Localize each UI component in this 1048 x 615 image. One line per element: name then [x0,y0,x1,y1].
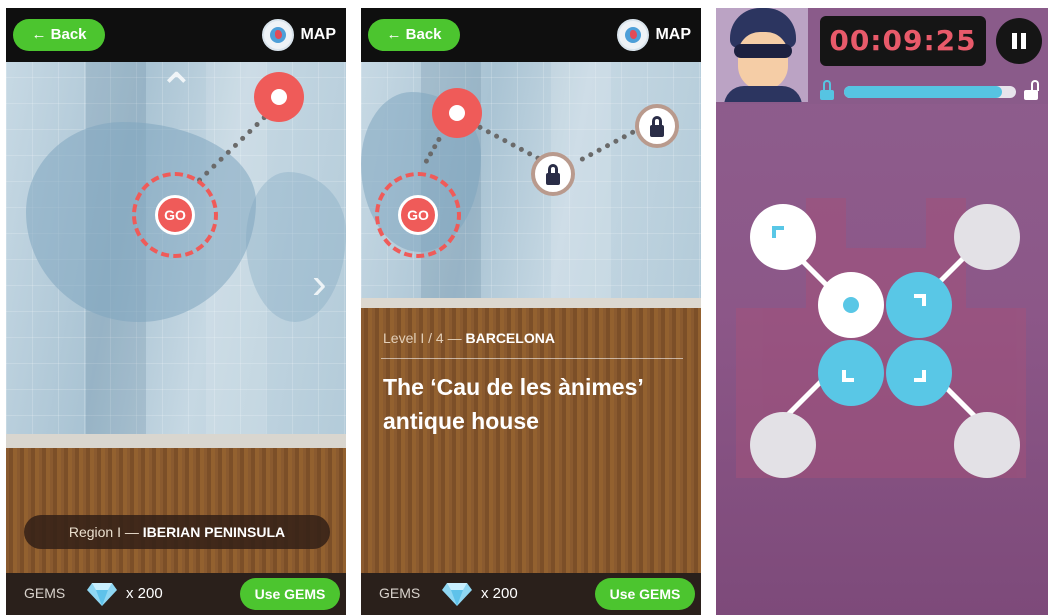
map-button[interactable]: MAP [262,18,336,52]
lock-icon [820,80,834,100]
level-pin[interactable] [432,88,482,138]
go-button[interactable]: GO [375,172,461,258]
diamond-icon [87,583,117,606]
level-pin[interactable] [254,72,304,122]
back-button[interactable]: ← Back [13,19,105,51]
puzzle-node[interactable] [818,340,884,406]
map-label: MAP [300,26,336,43]
puzzle-header: 00:09:25 [716,8,1048,104]
gems-count: x 200 [481,585,518,602]
gems-bar: GEMS x 200 Use GEMS [6,573,346,615]
puzzle-node[interactable] [750,412,816,478]
locked-level[interactable] [531,152,575,196]
unlock-icon [1024,80,1039,100]
top-bar: ← Back MAP [361,8,701,62]
region-banner: Region I — IBERIAN PENINSULA [24,515,330,549]
locked-level[interactable] [635,104,679,148]
region-name: IBERIAN PENINSULA [142,524,286,540]
node-dot [843,297,859,313]
map-area: GO [361,62,701,312]
level-subtitle: Level I / 4 — BARCELONA [383,330,555,346]
wood-table [361,308,701,573]
level-prefix: Level I / 4 — [383,330,466,346]
gems-label: GEMS [379,585,421,601]
map-label: MAP [655,26,691,43]
corner-mark [842,370,854,382]
back-button[interactable]: ← Back [368,19,460,51]
top-bar: ← Back MAP [6,8,346,62]
globe-icon [262,19,295,51]
progress-bar [844,86,1016,98]
level-city: BARCELONA [465,330,555,346]
progress-fill [844,86,1003,98]
countdown-timer: 00:09:25 [820,16,986,66]
character-avatar [716,8,808,102]
chevron-up-icon[interactable]: ⌃ [158,68,195,112]
corner-mark [914,370,926,382]
puzzle-node[interactable] [954,412,1020,478]
gems-bar: GEMS x 200 Use GEMS [361,573,701,615]
gems-label: GEMS [24,585,66,601]
avatar-face [738,32,788,90]
gems-count: x 200 [126,585,163,602]
region-map-screen: ⌃ › GO ← Back MAP Region I — IBERIAN PEN… [6,8,346,615]
avatar-mask [734,44,792,58]
puzzle-node[interactable] [886,340,952,406]
corner-mark [772,226,784,238]
lock-icon-body [650,125,664,137]
lock-body [820,90,834,100]
pin-dot-icon [449,105,465,121]
france-land [246,172,346,322]
level-title: The ‘Cau de les ànimes’ antique house [383,374,643,434]
diamond-icon [442,583,472,606]
chevron-right-icon[interactable]: › [312,262,327,306]
lock-body [1024,90,1038,100]
wood-table [6,448,346,573]
use-gems-button[interactable]: Use GEMS [240,578,340,610]
pin-dot-icon [271,89,287,105]
puzzle-node[interactable] [886,272,952,338]
puzzle-node[interactable] [750,204,816,270]
divider [381,358,683,359]
go-label: GO [398,195,438,235]
pause-button[interactable] [996,18,1042,64]
puzzle-node[interactable] [818,272,884,338]
map-area: ⌃ › GO [6,62,346,442]
use-gems-button[interactable]: Use GEMS [595,578,695,610]
go-button[interactable]: GO [132,172,218,258]
puzzle-screen: 00:09:25 [716,8,1048,615]
globe-icon [617,19,650,51]
puzzle-node[interactable] [954,204,1020,270]
go-label: GO [155,195,195,235]
level-detail-screen: GO ← Back MAP Level I / 4 — BARCELONA Th… [361,8,701,615]
region-prefix: Region I — [68,524,143,540]
lock-icon-body [546,173,560,185]
map-button[interactable]: MAP [617,18,691,52]
avatar-shoulders [724,86,802,102]
corner-mark [914,294,926,306]
